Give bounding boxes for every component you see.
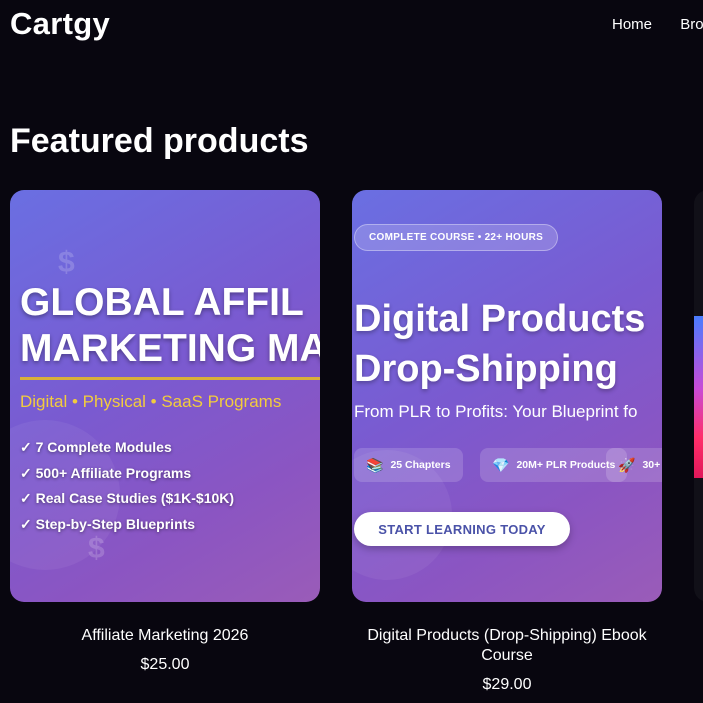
- feature-list: ✓ 7 Complete Modules ✓ 500+ Affiliate Pr…: [20, 435, 234, 537]
- product-price: $25.00: [140, 656, 190, 673]
- feature-item: ✓ 7 Complete Modules: [20, 439, 172, 455]
- rocket-icon: 🚀: [618, 456, 636, 473]
- feature-item: ✓ Real Case Studies ($1K-$10K): [20, 490, 235, 506]
- stat-pill: 🚀 30+: [606, 448, 662, 482]
- product-name[interactable]: Digital Products (Drop-Shipping) Ebook C…: [352, 626, 662, 666]
- nav-browse-link[interactable]: Brow: [680, 16, 703, 33]
- product-image-affiliate[interactable]: $ $ GLOBAL AFFIL MARKETING MA Digital • …: [10, 190, 320, 602]
- section-title: Featured products: [10, 122, 309, 160]
- product-image-digital-products[interactable]: COMPLETE COURSE • 22+ HOURS Digital Prod…: [352, 190, 662, 602]
- product-image-partial[interactable]: [694, 190, 703, 602]
- product-price: $29.00: [482, 676, 532, 693]
- course-badge: COMPLETE COURSE • 22+ HOURS: [354, 224, 559, 251]
- dollar-decor-icon: $: [58, 246, 75, 279]
- banner-divider: [20, 377, 320, 380]
- books-icon: 📚: [366, 456, 384, 473]
- product-name[interactable]: Affiliate Marketing 2026: [10, 626, 320, 646]
- banner-title: Digital Products Drop-Shipping: [354, 298, 646, 390]
- start-learning-button[interactable]: START LEARNING TODAY: [354, 512, 570, 546]
- stat-pill: 📚 25 Chapters: [354, 448, 463, 482]
- banner-gradient-stripe: [694, 316, 703, 478]
- dollar-decor-icon: $: [88, 532, 105, 565]
- main-nav: Home Brow: [612, 16, 703, 33]
- banner-subtitle: From PLR to Profits: Your Blueprint fo: [354, 402, 638, 421]
- banner-subtitle: Digital • Physical • SaaS Programs: [20, 392, 282, 411]
- diamond-icon: 💎: [492, 456, 510, 473]
- feature-item: ✓ Step-by-Step Blueprints: [20, 515, 196, 532]
- feature-item: ✓ 500+ Affiliate Programs: [20, 464, 192, 481]
- banner-title: GLOBAL AFFIL MARKETING MA: [20, 281, 320, 370]
- nav-home-link[interactable]: Home: [612, 16, 652, 33]
- site-logo[interactable]: Cartgy: [10, 6, 110, 42]
